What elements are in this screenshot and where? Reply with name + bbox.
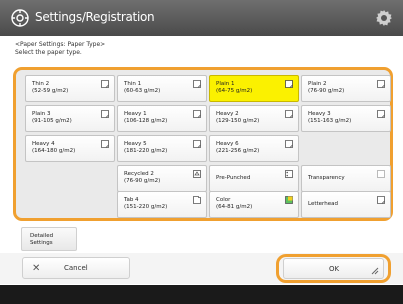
paper-icon (101, 110, 109, 118)
ok-label: OK (329, 265, 340, 273)
paper-icon (285, 110, 293, 118)
settings-registration-icon (11, 9, 29, 27)
paper-icon (377, 80, 385, 88)
paper-type-button-plain-3[interactable]: Plain 3 (91-105 g/m2) (25, 105, 115, 132)
gear-icon[interactable] (374, 8, 394, 28)
paper-type-name: Plain 1 (216, 81, 235, 87)
paper-type-name: Letterhead (308, 201, 338, 207)
paper-type-button-plain-1[interactable]: Plain 1 (64-75 g/m2) (209, 75, 299, 102)
paper-type-name: Plain 3 (32, 111, 51, 117)
paper-type-button-transparency[interactable]: Transparency (301, 165, 391, 192)
instruction-text: Select the paper type. (15, 49, 82, 56)
paper-icon (101, 140, 109, 148)
paper-type-name: Heavy 5 (124, 141, 147, 147)
paper-icon (101, 80, 109, 88)
paper-type-weight: (181-220 g/m2) (124, 148, 168, 154)
paper-type-button-heavy-1[interactable]: Heavy 1 (106-128 g/m2) (117, 105, 207, 132)
cancel-label: Cancel (64, 264, 88, 272)
page-title: Settings/Registration (35, 10, 155, 24)
paper-type-button-color[interactable]: Color (64-81 g/m2) (209, 191, 299, 218)
letterhead-icon (377, 196, 385, 204)
paper-icon (285, 80, 293, 88)
paper-type-name: Recycled 2 (124, 171, 154, 177)
paper-icon (193, 80, 201, 88)
detailed-settings-label-1: Detailed (30, 233, 54, 239)
paper-type-weight: (52-59 g/m2) (32, 88, 69, 94)
corner-mark-icon (371, 267, 379, 275)
paper-type-button-plain-2[interactable]: Plain 2 (76-90 g/m2) (301, 75, 391, 102)
paper-type-name: Heavy 3 (308, 111, 331, 117)
status-bar (0, 285, 403, 304)
paper-type-button-tab-4[interactable]: Tab 4 (151-220 g/m2) (117, 191, 207, 218)
paper-type-weight: (91-105 g/m2) (32, 118, 72, 124)
paper-type-name: Heavy 2 (216, 111, 239, 117)
transparency-icon (377, 170, 385, 178)
paper-type-weight: (164-180 g/m2) (32, 148, 76, 154)
paper-type-button-thin-1[interactable]: Thin 1 (60-63 g/m2) (117, 75, 207, 102)
paper-type-name: Heavy 6 (216, 141, 239, 147)
paper-icon (377, 110, 385, 118)
ok-button[interactable]: OK (283, 258, 384, 279)
paper-type-name: Heavy 4 (32, 141, 55, 147)
paper-type-weight: (221-256 g/m2) (216, 148, 260, 154)
paper-icon (285, 140, 293, 148)
paper-type-weight: (64-81 g/m2) (216, 204, 253, 210)
paper-type-name: Thin 1 (124, 81, 142, 87)
punched-icon (285, 170, 293, 178)
paper-icon (193, 110, 201, 118)
breadcrumb: <Paper Settings: Paper Type> (15, 41, 106, 48)
paper-type-button-thin-2[interactable]: Thin 2 (52-59 g/m2) (25, 75, 115, 102)
paper-type-weight: (64-75 g/m2) (216, 88, 253, 94)
recycled-icon (193, 170, 201, 178)
paper-type-button-recycled-2[interactable]: Recycled 2 (76-90 g/m2) (117, 165, 207, 192)
paper-type-weight: (76-90 g/m2) (308, 88, 345, 94)
paper-type-name: Heavy 1 (124, 111, 147, 117)
paper-type-weight: (60-63 g/m2) (124, 88, 161, 94)
paper-type-name: Transparency (308, 175, 345, 181)
paper-type-button-heavy-2[interactable]: Heavy 2 (129-150 g/m2) (209, 105, 299, 132)
paper-type-name: Color (216, 197, 231, 203)
paper-type-button-letterhead[interactable]: Letterhead (301, 191, 391, 218)
paper-icon (193, 140, 201, 148)
color-icon (285, 196, 293, 204)
paper-type-weight: (106-128 g/m2) (124, 118, 168, 124)
paper-type-name: Pre-Punched (216, 175, 251, 181)
detailed-settings-label-2: Settings (30, 240, 53, 246)
paper-type-weight: (151-163 g/m2) (308, 118, 352, 124)
close-icon: ✕ (32, 263, 41, 274)
paper-type-weight: (129-150 g/m2) (216, 118, 260, 124)
paper-type-button-heavy-4[interactable]: Heavy 4 (164-180 g/m2) (25, 135, 115, 162)
detailed-settings-button[interactable]: Detailed Settings (21, 227, 77, 251)
title-bar: Settings/Registration (0, 0, 403, 36)
paper-type-weight: (76-90 g/m2) (124, 178, 161, 184)
tab-icon (193, 196, 201, 204)
paper-type-weight: (151-220 g/m2) (124, 204, 168, 210)
paper-type-button-heavy-5[interactable]: Heavy 5 (181-220 g/m2) (117, 135, 207, 162)
paper-type-button-pre-punched[interactable]: Pre-Punched (209, 165, 299, 192)
paper-type-name: Plain 2 (308, 81, 327, 87)
paper-type-name: Thin 2 (32, 81, 50, 87)
paper-type-button-heavy-6[interactable]: Heavy 6 (221-256 g/m2) (209, 135, 299, 162)
paper-type-button-heavy-3[interactable]: Heavy 3 (151-163 g/m2) (301, 105, 391, 132)
paper-type-name: Tab 4 (124, 197, 139, 203)
cancel-button[interactable]: ✕ Cancel (22, 257, 130, 279)
